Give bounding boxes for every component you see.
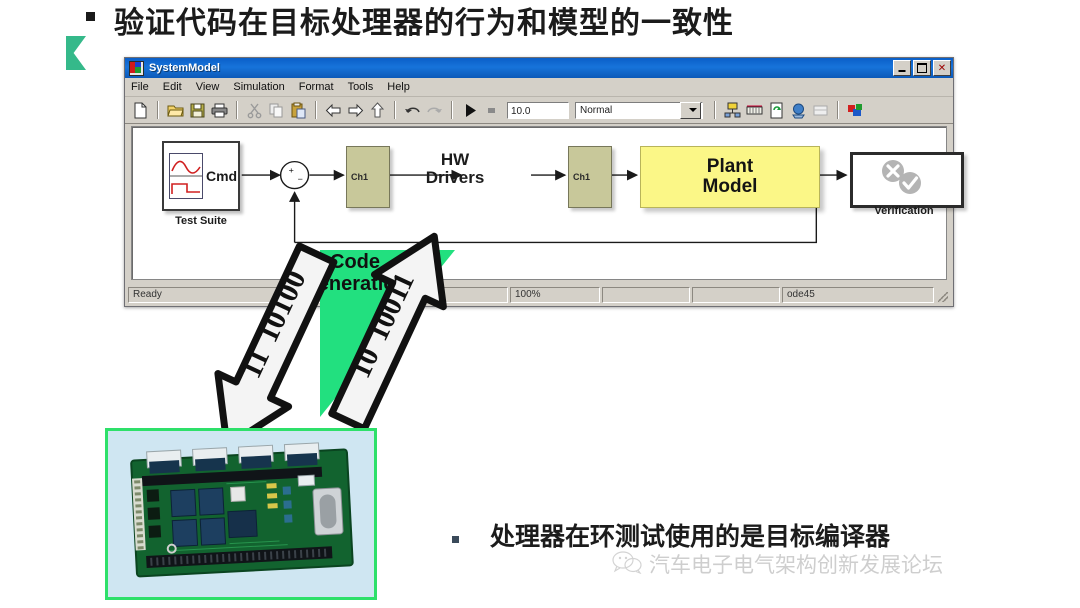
toolbar-separator — [236, 101, 238, 119]
maximize-button[interactable] — [913, 60, 931, 76]
chevron-down-icon[interactable] — [680, 101, 701, 119]
page-title: 验证代码在目标处理器的行为和模型的一致性 — [114, 7, 734, 40]
window-titlebar: SystemModel ✕ — [125, 58, 953, 78]
plant-model-block[interactable]: Plant Model — [640, 146, 820, 208]
simulink-app-icon — [129, 60, 144, 76]
slide-caption: 处理器在环测试使用的是目标编译器 — [490, 523, 891, 551]
toolbar-separator — [157, 101, 159, 119]
menu-format[interactable]: Format — [299, 81, 334, 93]
save-icon[interactable] — [188, 101, 207, 120]
plant-model-line1: Plant — [706, 156, 754, 178]
toolbar-separator — [837, 101, 839, 119]
toolbar-separator — [714, 101, 716, 119]
watermark: 汽车电子电气架构创新发展论坛 — [612, 549, 943, 579]
pcb-illustration — [108, 431, 374, 597]
forward-arrow-icon[interactable] — [346, 101, 365, 120]
test-suite-port-label: Cmd — [206, 168, 238, 184]
stop-time-input[interactable]: 10.0 — [507, 101, 569, 119]
slide-bullet-marker — [86, 12, 95, 21]
status-field-a — [378, 287, 508, 303]
back-arrow-icon[interactable] — [324, 101, 343, 120]
simulink-library-browser-icon[interactable] — [846, 101, 865, 120]
menu-help[interactable]: Help — [387, 81, 410, 93]
toolbar-separator — [394, 101, 396, 119]
up-arrow-icon[interactable] — [368, 101, 387, 120]
hw-driver-input-port-label: Ch1 — [351, 172, 369, 182]
copy-icon[interactable] — [267, 101, 286, 120]
pass-check-icon — [899, 172, 921, 194]
stop-icon[interactable] — [482, 101, 501, 120]
decorative-bracket-icon — [66, 36, 86, 70]
update-diagram-icon[interactable] — [767, 101, 786, 120]
status-bar: Ready 100% ode45 — [128, 287, 950, 303]
run-icon[interactable] — [460, 101, 479, 120]
open-folder-icon[interactable] — [166, 101, 185, 120]
redo-icon[interactable] — [425, 101, 444, 120]
svg-text:−: − — [298, 174, 303, 184]
hw-driver-input-block[interactable]: Ch1 — [346, 146, 390, 208]
watermark-text: 汽车电子电气架构创新发展论坛 — [649, 554, 943, 577]
status-state: Ready — [128, 287, 376, 303]
verification-block[interactable] — [850, 152, 964, 208]
minimize-button[interactable] — [893, 60, 911, 76]
toolbar: 10.0 Normal — [125, 97, 953, 124]
signal-wires: + − — [241, 160, 848, 244]
menu-tools[interactable]: Tools — [348, 81, 374, 93]
hw-drivers-line1: HW — [440, 150, 470, 169]
library-icon[interactable] — [745, 101, 764, 120]
scope-icon[interactable] — [811, 101, 830, 120]
paste-icon[interactable] — [289, 101, 308, 120]
hw-drivers-label: HW Drivers — [400, 151, 510, 187]
menu-view[interactable]: View — [196, 81, 220, 93]
svg-text:10: 10 — [345, 343, 386, 383]
simulation-mode-value: Normal — [580, 104, 613, 116]
test-suite-caption: Test Suite — [175, 215, 227, 227]
plant-model-line2: Model — [702, 176, 758, 197]
hw-driver-output-port-label: Ch1 — [573, 172, 591, 182]
simulation-mode-select[interactable]: Normal — [575, 101, 703, 119]
svg-text:+: + — [289, 165, 294, 175]
status-solver: ode45 — [782, 287, 934, 303]
resize-grip-icon[interactable] — [936, 287, 950, 303]
verification-caption: Verification — [874, 205, 934, 217]
caption-bullet-marker — [452, 536, 459, 543]
menu-edit[interactable]: Edit — [163, 81, 182, 93]
status-zoom: 100% — [510, 287, 600, 303]
menu-bar: File Edit View Simulation Format Tools H… — [125, 78, 953, 97]
window-title: SystemModel — [149, 62, 220, 74]
undo-icon[interactable] — [403, 101, 422, 120]
status-field-c — [692, 287, 780, 303]
test-suite-block[interactable]: Cmd — [162, 141, 240, 211]
build-icon[interactable] — [789, 101, 808, 120]
toolbar-separator — [451, 101, 453, 119]
new-file-icon[interactable] — [131, 101, 150, 120]
hw-drivers-line2: Drivers — [425, 167, 485, 187]
cut-icon[interactable] — [245, 101, 264, 120]
toolbar-separator — [315, 101, 317, 119]
print-icon[interactable] — [210, 101, 229, 120]
close-button[interactable]: ✕ — [933, 60, 951, 76]
model-canvas[interactable]: + − Cmd Test Suite Ch1 HW Drivers Ch1 Pl… — [131, 126, 964, 280]
status-field-b — [602, 287, 690, 303]
embedded-target-board-photo — [105, 428, 377, 600]
model-browser-icon[interactable] — [723, 101, 742, 120]
svg-text:11: 11 — [234, 344, 276, 384]
signal-plot-icon — [169, 153, 203, 199]
menu-simulation[interactable]: Simulation — [233, 81, 284, 93]
hw-driver-output-block[interactable]: Ch1 — [568, 146, 612, 208]
wechat-icon — [612, 550, 642, 579]
menu-file[interactable]: File — [131, 81, 149, 93]
system-model-window: SystemModel ✕ File Edit View Simulation … — [124, 57, 964, 307]
